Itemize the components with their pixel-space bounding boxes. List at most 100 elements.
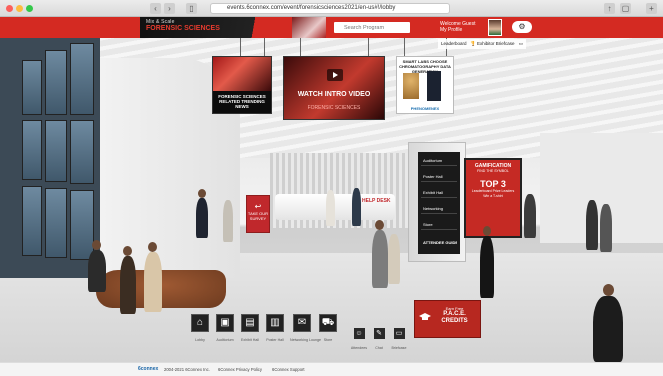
news-image xyxy=(213,57,271,91)
tabs-icon[interactable]: ▢ xyxy=(620,3,631,14)
person-head xyxy=(198,189,206,198)
window-pane xyxy=(70,190,94,260)
close-window-icon[interactable] xyxy=(6,5,13,12)
gamification-title: GAMIFICATION xyxy=(474,163,512,169)
util-label: Attendees xyxy=(350,346,368,350)
avatar-person xyxy=(593,296,623,362)
footer: 6connex 2004-2021 6Connex Inc. 6Connex P… xyxy=(0,362,663,376)
util-attendees[interactable]: ☺ Attendees xyxy=(349,328,369,350)
hanging-cable xyxy=(264,38,265,56)
footer-brand[interactable]: 6connex xyxy=(138,366,158,372)
kiosk-menu: Auditorium Poster Hall Exhibit Hall Netw… xyxy=(418,152,460,254)
browser-toolbar: ‹ › ▯ events.6connex.com/event/forensics… xyxy=(0,0,663,17)
intro-video-screen[interactable]: WATCH INTRO VIDEO FORENSIC SCIENCES xyxy=(283,56,385,120)
header-banner-image xyxy=(292,17,326,38)
play-icon[interactable] xyxy=(327,69,343,81)
nav-auditorium[interactable]: ▣ Auditorium xyxy=(213,314,237,342)
person-head xyxy=(123,246,132,256)
window-pane xyxy=(22,186,42,256)
kiosk-item-auditorium[interactable]: Auditorium xyxy=(421,156,457,166)
survey-kiosk[interactable]: ↩ TAKE OUR SURVEY xyxy=(246,195,270,233)
avatar-person xyxy=(480,236,494,298)
settings-gear-icon[interactable]: ⚙ xyxy=(512,21,532,33)
leaderboard-label: Leaderboard xyxy=(441,41,467,46)
avatar-person xyxy=(600,204,612,252)
news-caption: FORENSIC SCIENCES RELATED TRENDING NEWS xyxy=(213,90,271,113)
avatar-person xyxy=(586,200,598,250)
gamification-board[interactable]: GAMIFICATION FIND THE SYMBOL TOP 3 Leade… xyxy=(464,158,522,238)
help-desk-label: HELP DESK xyxy=(362,198,391,204)
sponsor-ad-screen[interactable]: SMART LABS CHOOSE CHROMATOGRAPHY DATA GE… xyxy=(396,56,454,114)
util-briefcase[interactable]: ▭ Briefcase xyxy=(389,328,409,350)
person-head xyxy=(375,220,384,230)
event-header: Mix & Scale FORENSIC SCIENCES Welcome Gu… xyxy=(0,17,663,38)
kiosk-item-exhibit-hall[interactable]: Exhibit Hall xyxy=(421,188,457,198)
kiosk-item-poster-hall[interactable]: Poster Hall xyxy=(421,172,457,182)
minimize-window-icon[interactable] xyxy=(16,5,23,12)
avatar[interactable] xyxy=(488,19,502,36)
cart-icon: ⛟ xyxy=(319,314,337,332)
maximize-window-icon[interactable] xyxy=(26,5,33,12)
pace-credits-button[interactable]: Earn Free P.A.C.E. CREDITS xyxy=(414,300,481,338)
ad-device-image xyxy=(427,71,441,101)
avatar-person xyxy=(326,190,335,226)
share-icon[interactable]: ↑ xyxy=(604,3,615,14)
nav-label: Auditorium xyxy=(216,338,234,342)
footer-support-link[interactable]: 6Connex Support xyxy=(272,367,305,372)
window-pane xyxy=(45,188,67,258)
avatar-person xyxy=(372,230,388,288)
hanging-cable xyxy=(240,38,241,56)
util-chat[interactable]: ✎ Chat xyxy=(369,328,389,350)
window-pane xyxy=(22,120,42,180)
poster-icon: ▥ xyxy=(266,314,284,332)
gamification-subtitle: FIND THE SYMBOL xyxy=(477,169,509,173)
trending-news-screen[interactable]: FORENSIC SCIENCES RELATED TRENDING NEWS xyxy=(212,56,272,114)
nav-store[interactable]: ⛟ Store xyxy=(316,314,340,342)
util-label: Briefcase xyxy=(391,346,407,350)
avatar-person xyxy=(352,188,361,226)
person-head xyxy=(483,226,491,236)
footer-privacy-link[interactable]: 6Connex Privacy Policy xyxy=(218,367,262,372)
event-logo[interactable]: Mix & Scale FORENSIC SCIENCES xyxy=(140,17,290,38)
forward-icon[interactable]: › xyxy=(164,3,175,14)
ad-brand: PHENOMENEX xyxy=(410,106,440,111)
footer-copyright: 2004-2021 6Connex Inc. xyxy=(164,367,210,372)
nav-exhibit-hall[interactable]: ▤ Exhibit Hall xyxy=(238,314,262,342)
nav-label: Lobby xyxy=(195,338,205,342)
window-wall xyxy=(0,38,100,278)
avatar-person xyxy=(120,256,136,314)
address-bar[interactable]: events.6connex.com/event/forensicscience… xyxy=(210,3,450,14)
chat-bubble-icon: ✎ xyxy=(373,328,385,339)
chat-icon: ✉ xyxy=(293,314,311,332)
ad-dog-image xyxy=(403,73,419,99)
nav-poster-hall[interactable]: ▥ Poster Hall xyxy=(263,314,287,342)
avatar-person xyxy=(524,194,536,238)
presentation-icon: ▣ xyxy=(216,314,234,332)
back-icon[interactable]: ‹ xyxy=(150,3,161,14)
exhibitor-briefcase-link[interactable]: Exhibitor Briefcase ▭ xyxy=(474,39,527,49)
hanging-cable xyxy=(404,38,405,56)
search-input[interactable] xyxy=(334,22,410,33)
person-head xyxy=(92,240,101,250)
sidebar-icon[interactable]: ▯ xyxy=(186,3,197,14)
nav-label: Store xyxy=(323,338,333,342)
logo-line-2: FORENSIC SCIENCES xyxy=(146,25,220,32)
kiosk-item-store[interactable]: Store xyxy=(421,220,457,230)
home-icon: ⌂ xyxy=(191,314,209,332)
person-head xyxy=(603,284,614,296)
kiosk-item-networking[interactable]: Networking xyxy=(421,204,457,214)
window-pane xyxy=(45,50,67,115)
graduation-cap-icon xyxy=(419,313,431,320)
attendee-guide-button[interactable]: ATTENDEE GUIDE xyxy=(421,238,457,248)
profile-link[interactable]: My Profile xyxy=(440,27,475,33)
pace-line-1: Earn Free xyxy=(445,306,464,311)
new-tab-icon[interactable]: + xyxy=(646,3,657,14)
video-caption: WATCH INTRO VIDEO xyxy=(297,91,371,98)
nav-label: Exhibit Hall xyxy=(241,338,259,342)
nav-networking-lounge[interactable]: ✉ Networking Lounge xyxy=(290,314,321,342)
video-subcaption: FORENSIC SCIENCES xyxy=(307,105,361,111)
welcome-text[interactable]: Welcome Guest My Profile xyxy=(440,21,475,33)
avatar-person xyxy=(196,198,208,238)
nav-lobby[interactable]: ⌂ Lobby xyxy=(188,314,212,342)
virtual-lobby: FORENSIC SCIENCES RELATED TRENDING NEWS … xyxy=(0,38,663,376)
